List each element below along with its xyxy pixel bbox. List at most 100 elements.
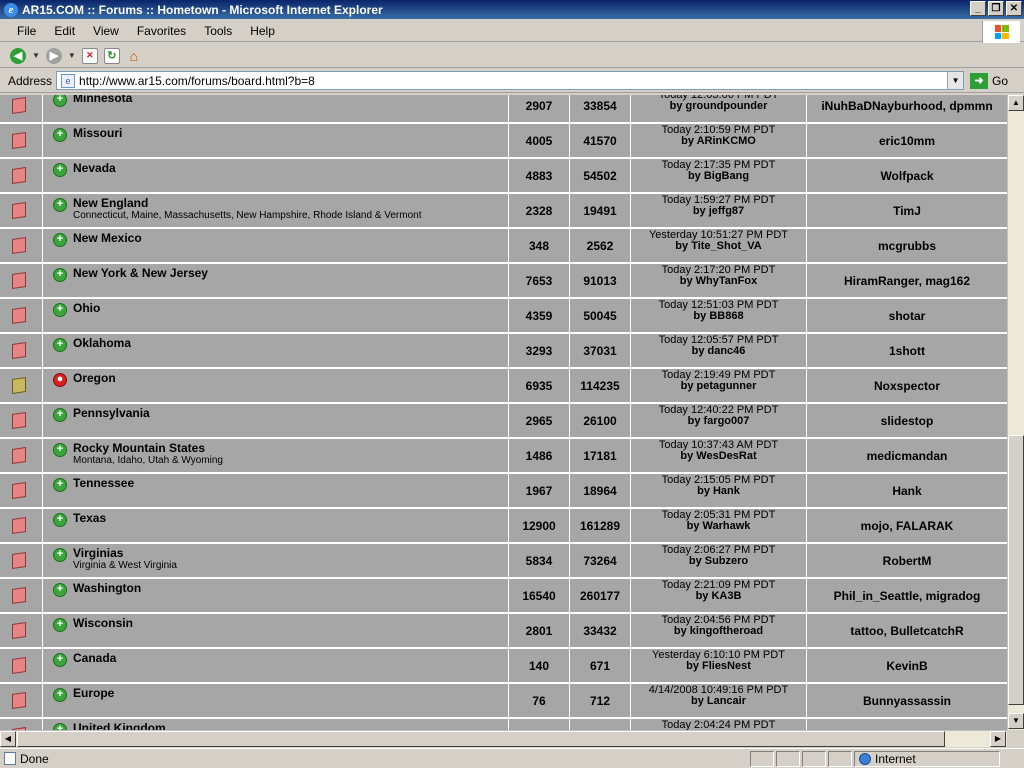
moderators[interactable]: slidestop <box>807 404 1007 437</box>
new-posts-icon[interactable]: + <box>53 513 67 527</box>
scroll-left-icon[interactable]: ◀ <box>0 731 16 747</box>
last-post-author[interactable]: by WhyTanFox <box>680 276 757 287</box>
forum-name-link[interactable]: Rocky Mountain States <box>73 441 205 455</box>
forum-name-link[interactable]: Canada <box>73 651 116 665</box>
new-posts-icon[interactable]: + <box>53 478 67 492</box>
last-post-author[interactable]: by danc46 <box>692 346 746 357</box>
menu-edit[interactable]: Edit <box>45 24 84 38</box>
last-post-author[interactable]: by fargo007 <box>688 416 750 427</box>
forum-row[interactable]: + Canada 140 671 Yesterday 6:10:10 PM PDT by … <box>0 649 1007 684</box>
new-posts-icon[interactable]: + <box>53 198 67 212</box>
forum-name-link[interactable]: Wisconsin <box>73 616 133 630</box>
last-post-author[interactable]: by jeffg87 <box>693 206 744 217</box>
new-posts-icon[interactable]: + <box>53 95 67 107</box>
new-posts-icon[interactable]: + <box>53 303 67 317</box>
forum-name-link[interactable]: Oklahoma <box>73 336 131 350</box>
scroll-down-icon[interactable]: ▼ <box>1008 713 1024 729</box>
moderators[interactable]: RobertM <box>807 544 1007 577</box>
forum-row[interactable]: + Tennessee 1967 18964 Today 2:15:05 PM PDT b… <box>0 474 1007 509</box>
moderators[interactable]: HiramRanger, mag162 <box>807 264 1007 297</box>
forward-dropdown-icon[interactable]: ▼ <box>68 51 76 60</box>
forum-name-link[interactable]: New York & New Jersey <box>73 266 208 280</box>
moderators[interactable]: mcgrubbs <box>807 229 1007 262</box>
new-posts-icon[interactable]: + <box>53 268 67 282</box>
last-post-author[interactable]: by ARinKCMO <box>681 136 756 147</box>
vertical-scroll-thumb[interactable] <box>1008 435 1024 705</box>
forum-name-link[interactable]: Tennessee <box>73 476 134 490</box>
forum-name-link[interactable]: Virginias <box>73 546 123 560</box>
minimize-button[interactable]: _ <box>970 1 986 16</box>
moderators[interactable]: shotar <box>807 299 1007 332</box>
moderators[interactable]: streetfighter <box>807 719 1007 731</box>
back-icon[interactable]: ◀ <box>10 47 26 64</box>
last-post-author[interactable]: by Warhawk <box>687 521 751 532</box>
menu-favorites[interactable]: Favorites <box>128 24 195 38</box>
forum-name-link[interactable]: Washington <box>73 581 141 595</box>
forum-name-link[interactable]: Nevada <box>73 161 116 175</box>
forum-name-link[interactable]: Missouri <box>73 126 122 140</box>
last-post-author[interactable]: by WesDesRat <box>680 451 756 462</box>
forum-name-link[interactable]: Pennsylvania <box>73 406 150 420</box>
forum-row[interactable]: + Wisconsin 2801 33432 Today 2:04:56 PM PDT b… <box>0 614 1007 649</box>
new-posts-icon[interactable]: + <box>53 653 67 667</box>
last-post-author[interactable]: by BigBang <box>688 171 749 182</box>
new-posts-icon[interactable]: + <box>53 408 67 422</box>
forum-row[interactable]: + United Kingdom 246031635 Today 2:04:24 PM… <box>0 719 1007 730</box>
moderators[interactable]: Phil_in_Seattle, migradog <box>807 579 1007 612</box>
scroll-up-icon[interactable]: ▲ <box>1008 95 1024 111</box>
moderators[interactable]: KevinB <box>807 649 1007 682</box>
home-icon[interactable]: ⌂ <box>126 48 142 64</box>
last-post-author[interactable]: by Subzero <box>689 556 748 567</box>
security-zone[interactable]: Internet <box>854 750 1000 767</box>
close-button[interactable]: ✕ <box>1006 1 1022 16</box>
moderators[interactable]: TimJ <box>807 194 1007 227</box>
moderators[interactable]: medicmandan <box>807 439 1007 472</box>
forum-name-link[interactable]: United Kingdom <box>73 721 166 730</box>
new-posts-icon[interactable]: + <box>53 338 67 352</box>
last-post-author[interactable]: by FliesNest <box>686 661 751 672</box>
address-dropdown-icon[interactable]: ▼ <box>947 72 964 89</box>
last-post-author[interactable]: by KA3B <box>696 591 742 602</box>
forum-row[interactable]: + Nevada 4883 54502 Today 2:17:35 PM PDT by B… <box>0 159 1007 194</box>
last-post-author[interactable]: by groundpounder <box>670 101 768 112</box>
last-post-author[interactable]: by Lancair <box>691 696 746 707</box>
moderators[interactable]: mojo, FALARAK <box>807 509 1007 542</box>
scroll-right-icon[interactable]: ▶ <box>990 731 1006 747</box>
last-post-author[interactable]: by BB868 <box>693 311 743 322</box>
forum-row[interactable]: + New England Connecticut, Maine, Massachu… <box>0 194 1007 229</box>
refresh-icon[interactable]: ↻ <box>103 47 120 64</box>
forum-row[interactable]: + Minnesota 2907 33854 Today 12:03:06 PM PDT… <box>0 95 1007 124</box>
last-post-author[interactable]: by Tite_Shot_VA <box>675 241 761 252</box>
moderators[interactable]: tattoo, BulletcatchR <box>807 614 1007 647</box>
back-dropdown-icon[interactable]: ▼ <box>32 51 40 60</box>
stop-icon[interactable]: ✕ <box>81 47 98 64</box>
moderators[interactable]: Bunnyassassin <box>807 684 1007 717</box>
forum-name-link[interactable]: New England <box>73 196 148 210</box>
forum-name-link[interactable]: Oregon <box>73 371 116 385</box>
forum-name-link[interactable]: Europe <box>73 686 114 700</box>
forum-name-link[interactable]: Ohio <box>73 301 100 315</box>
new-posts-icon[interactable]: + <box>53 548 67 562</box>
go-button[interactable]: ➜ Go <box>970 72 1008 89</box>
new-posts-icon[interactable]: + <box>53 443 67 457</box>
forum-row[interactable]: ● Oregon 6935 114235 Today 2:19:49 PM PDT by … <box>0 369 1007 404</box>
forum-name-link[interactable]: New Mexico <box>73 231 142 245</box>
address-url[interactable]: http://www.ar15.com/forums/board.html?b=… <box>79 74 947 88</box>
moderators[interactable]: Noxspector <box>807 369 1007 402</box>
moderators[interactable]: 1shott <box>807 334 1007 367</box>
vertical-scrollbar[interactable]: ▲ ▼ <box>1007 95 1024 730</box>
new-posts-icon[interactable]: + <box>53 163 67 177</box>
forum-row[interactable]: + Texas 12900 161289 Today 2:05:31 PM PDT by … <box>0 509 1007 544</box>
menu-tools[interactable]: Tools <box>195 24 241 38</box>
new-posts-icon[interactable]: + <box>53 233 67 247</box>
forum-row[interactable]: + Virginias Virginia & West Virginia 5834 73… <box>0 544 1007 579</box>
forum-row[interactable]: + New Mexico 348 2562 Yesterday 10:51:27 PM … <box>0 229 1007 264</box>
last-post-author[interactable]: by kingoftheroad <box>674 626 763 637</box>
forum-row[interactable]: + Ohio 4359 50045 Today 12:51:03 PM PDT by BB… <box>0 299 1007 334</box>
new-posts-icon[interactable]: + <box>53 723 67 730</box>
forum-row[interactable]: + Washington 16540 260177 Today 2:21:09 PM P… <box>0 579 1007 614</box>
menu-help[interactable]: Help <box>241 24 284 38</box>
forum-row[interactable]: + Europe 76 712 4/14/2008 10:49:16 PM PDT by … <box>0 684 1007 719</box>
moderators[interactable]: eric10mm <box>807 124 1007 157</box>
horizontal-scroll-thumb[interactable] <box>17 731 945 747</box>
